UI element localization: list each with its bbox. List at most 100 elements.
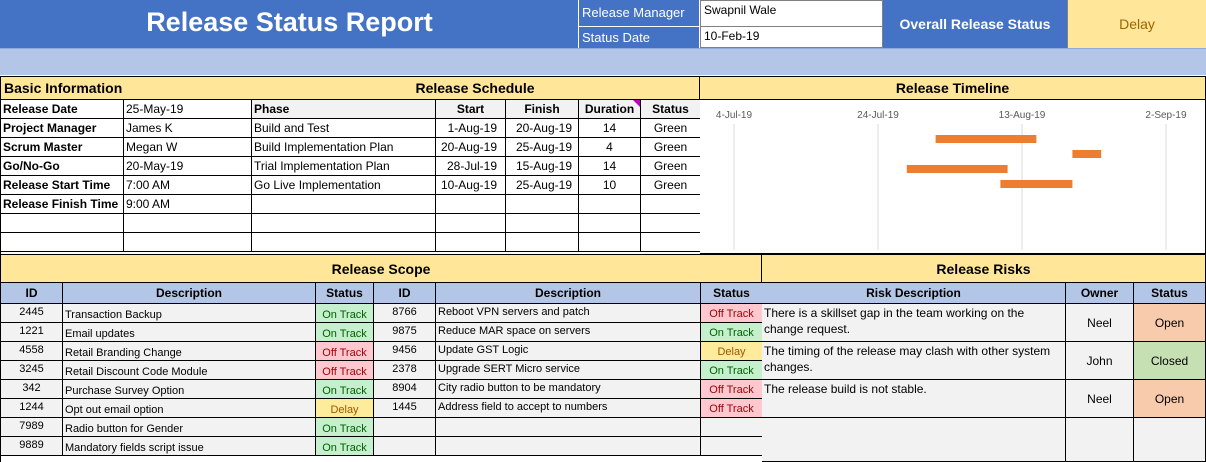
schedule-duration: 14 bbox=[579, 157, 641, 176]
scope-status-badge[interactable]: Off Track bbox=[701, 304, 763, 323]
basic-info-schedule-table: Phase Start Finish Duration Status Release Da… bbox=[0, 100, 701, 254]
basic-info-value bbox=[124, 214, 252, 233]
gantt-tick-label: 4-Jul-19 bbox=[716, 110, 753, 121]
schedule-duration bbox=[579, 214, 641, 233]
scope-status-badge[interactable]: Off Track bbox=[701, 380, 763, 399]
schedule-status: Green bbox=[641, 138, 701, 157]
release-timeline-chart: 4-Jul-19 24-Jul-19 13-Aug-19 2-Sep-19 bbox=[700, 100, 1206, 254]
risk-status-badge[interactable]: Closed bbox=[1134, 342, 1206, 380]
scope-description: Reduce MAR space on servers bbox=[436, 323, 701, 342]
risk-description bbox=[762, 418, 1066, 462]
scope-id: 9456 bbox=[374, 342, 436, 361]
schedule-finish: 25-Aug-19 bbox=[506, 176, 579, 195]
schedule-status: Green bbox=[641, 176, 701, 195]
status-date-label: Status Date bbox=[579, 27, 700, 48]
risk-header-status: Status bbox=[1134, 283, 1206, 304]
gantt-tick-label: 24-Jul-19 bbox=[857, 110, 899, 121]
scope-status-badge[interactable]: On Track bbox=[701, 323, 763, 342]
title-banner: Release Status Report bbox=[0, 0, 579, 48]
scope-description: Mandatory fields script issue bbox=[63, 437, 316, 456]
scope-status-badge[interactable]: Off Track bbox=[701, 399, 763, 418]
scope-header-id: ID bbox=[1, 283, 63, 304]
schedule-phase bbox=[252, 214, 436, 233]
risk-description-line: The release build is not stable. bbox=[764, 382, 927, 396]
schedule-duration: 4 bbox=[579, 138, 641, 157]
risk-description: The timing of the release may clash with… bbox=[762, 342, 1066, 380]
scope-description: Email updates bbox=[63, 323, 316, 342]
risk-status-badge[interactable] bbox=[1134, 418, 1206, 462]
risk-description-line: There is a skillset gap in the team work… bbox=[764, 306, 1025, 320]
scope-status-badge[interactable]: On Track bbox=[316, 304, 374, 323]
scope-status-badge[interactable]: Delay bbox=[316, 399, 374, 418]
scope-description: Purchase Survey Option bbox=[63, 380, 316, 399]
risk-description-line: The timing of the release may clash with… bbox=[764, 344, 1051, 358]
scope-id: 342 bbox=[1, 380, 63, 399]
scope-id: 8904 bbox=[374, 380, 436, 399]
basic-info-label bbox=[1, 233, 124, 252]
schedule-start bbox=[436, 195, 506, 214]
scope-description bbox=[436, 418, 701, 437]
scope-status-badge[interactable] bbox=[701, 418, 763, 437]
release-scope-title: Release Scope bbox=[0, 254, 762, 283]
risk-status-badge[interactable]: Open bbox=[1134, 304, 1206, 342]
schedule-phase: Build Implementation Plan bbox=[252, 138, 436, 157]
risk-description-line: changes. bbox=[764, 360, 813, 374]
schedule-phase: Trial Implementation Plan bbox=[252, 157, 436, 176]
scope-description: Opt out email option bbox=[63, 399, 316, 418]
basic-info-label: Go/No-Go bbox=[1, 157, 124, 176]
risk-owner: Neel bbox=[1066, 304, 1134, 342]
gantt-bar[interactable] bbox=[1072, 150, 1102, 158]
scope-header-status: Status bbox=[316, 283, 374, 304]
basic-info-label: Release Date bbox=[1, 100, 124, 119]
gantt-bar[interactable] bbox=[935, 135, 1037, 143]
scope-status-badge[interactable]: On Track bbox=[316, 380, 374, 399]
risk-header-description: Risk Description bbox=[762, 283, 1066, 304]
scope-description: Transaction Backup bbox=[63, 304, 316, 323]
schedule-start bbox=[436, 233, 506, 252]
scope-status-badge[interactable]: Off Track bbox=[316, 361, 374, 380]
schedule-finish bbox=[506, 195, 579, 214]
schedule-duration: 10 bbox=[579, 176, 641, 195]
basic-info-value: 20-May-19 bbox=[124, 157, 252, 176]
scope-id: 2378 bbox=[374, 361, 436, 380]
gantt-chart-svg: 4-Jul-19 24-Jul-19 13-Aug-19 2-Sep-19 bbox=[716, 110, 1187, 250]
basic-info-value: James K bbox=[124, 119, 252, 138]
status-date-value[interactable]: 10-Feb-19 bbox=[700, 27, 883, 48]
gantt-bar[interactable] bbox=[1000, 180, 1073, 188]
risk-status-badge[interactable]: Open bbox=[1134, 380, 1206, 418]
risk-owner: John bbox=[1066, 342, 1134, 380]
comment-indicator-icon[interactable] bbox=[633, 100, 640, 107]
schedule-duration: 14 bbox=[579, 119, 641, 138]
schedule-header-phase: Phase bbox=[252, 100, 436, 119]
schedule-status: Green bbox=[641, 157, 701, 176]
scope-status-badge[interactable]: On Track bbox=[701, 361, 763, 380]
schedule-header-duration: Duration bbox=[579, 100, 641, 119]
scope-description bbox=[436, 437, 701, 456]
schedule-status bbox=[641, 214, 701, 233]
page-title: Release Status Report bbox=[146, 7, 433, 37]
release-risks-title: Release Risks bbox=[762, 254, 1206, 283]
schedule-finish bbox=[506, 233, 579, 252]
schedule-phase: Build and Test bbox=[252, 119, 436, 138]
scope-status-badge[interactable] bbox=[701, 437, 763, 456]
scope-status-badge[interactable]: Delay bbox=[701, 342, 763, 361]
scope-id: 8766 bbox=[374, 304, 436, 323]
basic-info-label: Project Manager bbox=[1, 119, 124, 138]
schedule-start: 28-Jul-19 bbox=[436, 157, 506, 176]
risk-description: The release build is not stable. bbox=[762, 380, 1066, 418]
gantt-bar[interactable] bbox=[906, 165, 1008, 173]
scope-header-description: Description bbox=[63, 283, 316, 304]
scope-id: 9875 bbox=[374, 323, 436, 342]
scope-id bbox=[374, 418, 436, 437]
scope-status-badge[interactable]: Off Track bbox=[316, 342, 374, 361]
scope-description: City radio button to be mandatory bbox=[436, 380, 701, 399]
scope-status-badge[interactable]: On Track bbox=[316, 437, 374, 456]
overall-status-value[interactable]: Delay bbox=[1067, 0, 1206, 48]
scope-description: Retail Discount Code Module bbox=[63, 361, 316, 380]
scope-status-badge[interactable]: On Track bbox=[316, 323, 374, 342]
scope-status-badge[interactable]: On Track bbox=[316, 418, 374, 437]
risk-owner bbox=[1066, 418, 1134, 462]
scope-id: 2445 bbox=[1, 304, 63, 323]
scope-id: 1221 bbox=[1, 323, 63, 342]
release-manager-value[interactable]: Swapnil Wale bbox=[700, 0, 883, 27]
